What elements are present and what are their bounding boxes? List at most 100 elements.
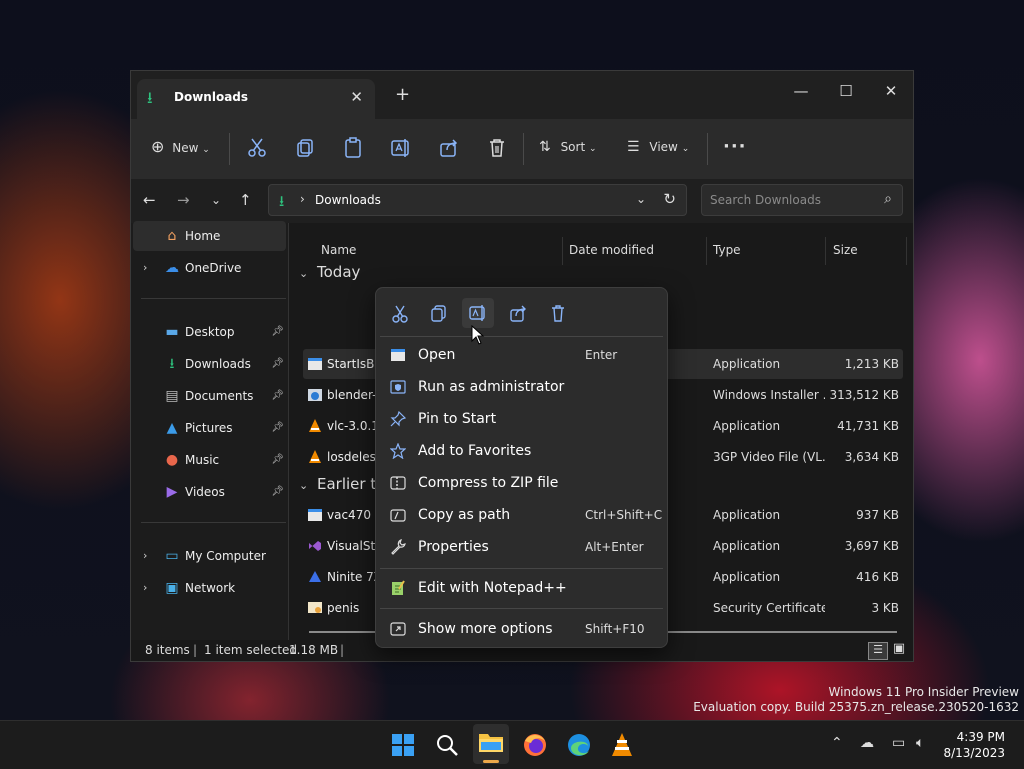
share-icon[interactable] xyxy=(437,136,461,160)
status-selected: 1 item selected xyxy=(204,643,298,657)
sidebar-item-network[interactable]: › ▣ Network xyxy=(133,573,286,603)
menu-item-add-to-favorites[interactable]: Add to Favorites xyxy=(380,436,664,466)
sidebar-label: Documents xyxy=(185,389,254,403)
address-dropdown-icon[interactable]: ⌄ xyxy=(636,192,646,206)
clock[interactable]: 4:39 PM 8/13/2023 xyxy=(943,729,1005,761)
column-divider[interactable] xyxy=(706,237,707,265)
vlc-icon[interactable] xyxy=(606,729,638,761)
more-options-icon[interactable]: ··· xyxy=(723,129,747,165)
pin-icon[interactable]: 📌︎ xyxy=(271,381,284,411)
group-header-today[interactable]: ⌄ Today xyxy=(299,263,360,281)
divider xyxy=(523,133,524,165)
menu-label: Pin to Start xyxy=(418,411,497,427)
sidebar-item-onedrive[interactable]: › ☁ OneDrive xyxy=(133,253,286,283)
taskbar: ⌃ ☁ ▭ 🔈︎ 4:39 PM 8/13/2023 xyxy=(0,720,1024,769)
new-tab-button[interactable]: + xyxy=(395,84,410,105)
chevron-right-icon[interactable]: › xyxy=(143,541,147,571)
up-arrow-icon[interactable]: ↑ xyxy=(239,191,252,209)
divider xyxy=(380,608,663,609)
divider xyxy=(707,133,708,165)
chevron-right-icon[interactable]: › xyxy=(143,573,147,603)
chevron-up-icon[interactable]: ⌃ xyxy=(831,735,843,751)
sidebar-item-downloads[interactable]: ⭳ Downloads 📌︎ xyxy=(133,349,286,379)
edge-icon[interactable] xyxy=(563,729,595,761)
clock-date: 8/13/2023 xyxy=(943,746,1005,760)
menu-item-copy-as-path[interactable]: Copy as path Ctrl+Shift+C xyxy=(380,500,664,530)
search-input[interactable]: Search Downloads ⌕ xyxy=(701,184,903,216)
tiles-view-icon[interactable]: ▣ xyxy=(891,642,907,658)
address-bar[interactable]: ⭳ › Downloads ⌄ ↻ xyxy=(268,184,687,216)
refresh-icon[interactable]: ↻ xyxy=(663,190,676,208)
sidebar-item-pictures[interactable]: ▲ Pictures 📌︎ xyxy=(133,413,286,443)
copy-icon[interactable] xyxy=(293,136,317,160)
back-arrow-icon[interactable]: ← xyxy=(143,191,156,209)
pin-icon[interactable]: 📌︎ xyxy=(271,413,284,443)
menu-shortcut: Shift+F10 xyxy=(585,622,645,636)
sidebar-item-videos[interactable]: ▶ Videos 📌︎ xyxy=(133,477,286,507)
column-header-date[interactable]: Date modified xyxy=(569,243,654,257)
details-view-icon[interactable]: ☰ xyxy=(868,642,888,660)
column-header-size[interactable]: Size xyxy=(833,243,858,257)
delete-icon[interactable] xyxy=(485,136,509,160)
column-header-name[interactable]: Name xyxy=(321,243,356,257)
rename-icon[interactable] xyxy=(389,136,413,160)
zip-icon xyxy=(390,476,406,490)
file-name: penis xyxy=(327,601,360,615)
chevron-down-icon: ⌄ xyxy=(202,145,210,155)
search-icon[interactable] xyxy=(431,729,463,761)
pin-icon[interactable]: 📌︎ xyxy=(271,445,284,475)
column-divider[interactable] xyxy=(562,237,563,265)
share-icon[interactable] xyxy=(502,298,534,328)
menu-label: Run as administrator xyxy=(418,379,565,395)
computer-icon: ▭ xyxy=(165,548,179,564)
menu-item-compress-zip[interactable]: Compress to ZIP file xyxy=(380,468,664,498)
menu-item-show-more-options[interactable]: Show more options Shift+F10 xyxy=(380,614,664,644)
menu-shortcut: Alt+Enter xyxy=(585,540,644,554)
sidebar-item-desktop[interactable]: ▬ Desktop 📌︎ xyxy=(133,317,286,347)
pin-icon[interactable]: 📌︎ xyxy=(271,317,284,347)
menu-item-properties[interactable]: Properties Alt+Enter xyxy=(380,532,664,562)
close-window-button[interactable]: ✕ xyxy=(871,79,911,109)
recent-locations-icon[interactable]: ⌄ xyxy=(211,193,221,207)
minimize-button[interactable]: — xyxy=(781,79,821,109)
network-icon[interactable]: ▭ xyxy=(892,735,905,751)
divider xyxy=(380,568,663,569)
pin-icon[interactable]: 📌︎ xyxy=(271,349,284,379)
column-header-type[interactable]: Type xyxy=(713,243,741,257)
vlc-icon xyxy=(309,450,321,463)
menu-item-edit-notepad[interactable]: Edit with Notepad++ xyxy=(380,573,664,603)
column-divider[interactable] xyxy=(825,237,826,265)
sidebar-item-my-computer[interactable]: › ▭ My Computer xyxy=(133,541,286,571)
forward-arrow-icon[interactable]: → xyxy=(177,191,190,209)
menu-item-pin-to-start[interactable]: Pin to Start xyxy=(380,404,664,434)
view-button[interactable]: ☰ View ⌄ xyxy=(627,129,689,165)
start-icon[interactable] xyxy=(387,729,419,761)
navigation-pane: ⌂ Home › ☁ OneDrive ▬ Desktop 📌︎ ⭳ Downl… xyxy=(131,221,289,640)
sidebar-item-home[interactable]: ⌂ Home xyxy=(133,221,286,251)
menu-item-run-as-admin[interactable]: Run as administrator xyxy=(380,372,664,402)
onedrive-icon[interactable]: ☁ xyxy=(860,735,874,751)
tab-downloads[interactable]: ⭳ Downloads ✕ xyxy=(137,79,375,119)
paste-icon[interactable] xyxy=(341,136,365,160)
cut-icon[interactable] xyxy=(384,298,416,328)
rename-icon[interactable] xyxy=(462,298,494,328)
chevron-right-icon[interactable]: › xyxy=(143,253,147,283)
menu-label: Open xyxy=(418,347,456,363)
column-divider[interactable] xyxy=(906,237,907,265)
maximize-button[interactable]: ☐ xyxy=(826,79,866,109)
volume-icon[interactable]: 🔈︎ xyxy=(916,735,924,751)
close-tab-icon[interactable]: ✕ xyxy=(350,88,363,106)
sidebar-item-documents[interactable]: ▤ Documents 📌︎ xyxy=(133,381,286,411)
cut-icon[interactable] xyxy=(245,136,269,160)
new-button[interactable]: ⊕ New ⌄ xyxy=(151,129,210,165)
pin-icon[interactable]: 📌︎ xyxy=(271,477,284,507)
sidebar-item-music[interactable]: ● Music 📌︎ xyxy=(133,445,286,475)
file-size: 416 KB xyxy=(856,570,899,584)
file-explorer-taskbar-button[interactable] xyxy=(473,724,509,764)
show-more-icon xyxy=(390,622,406,636)
delete-icon[interactable] xyxy=(542,298,574,328)
copy-icon[interactable] xyxy=(422,298,454,328)
sort-button[interactable]: ⇅ Sort ⌄ xyxy=(539,129,597,165)
menu-item-open[interactable]: Open Enter xyxy=(380,340,664,370)
firefox-icon[interactable] xyxy=(519,729,551,761)
